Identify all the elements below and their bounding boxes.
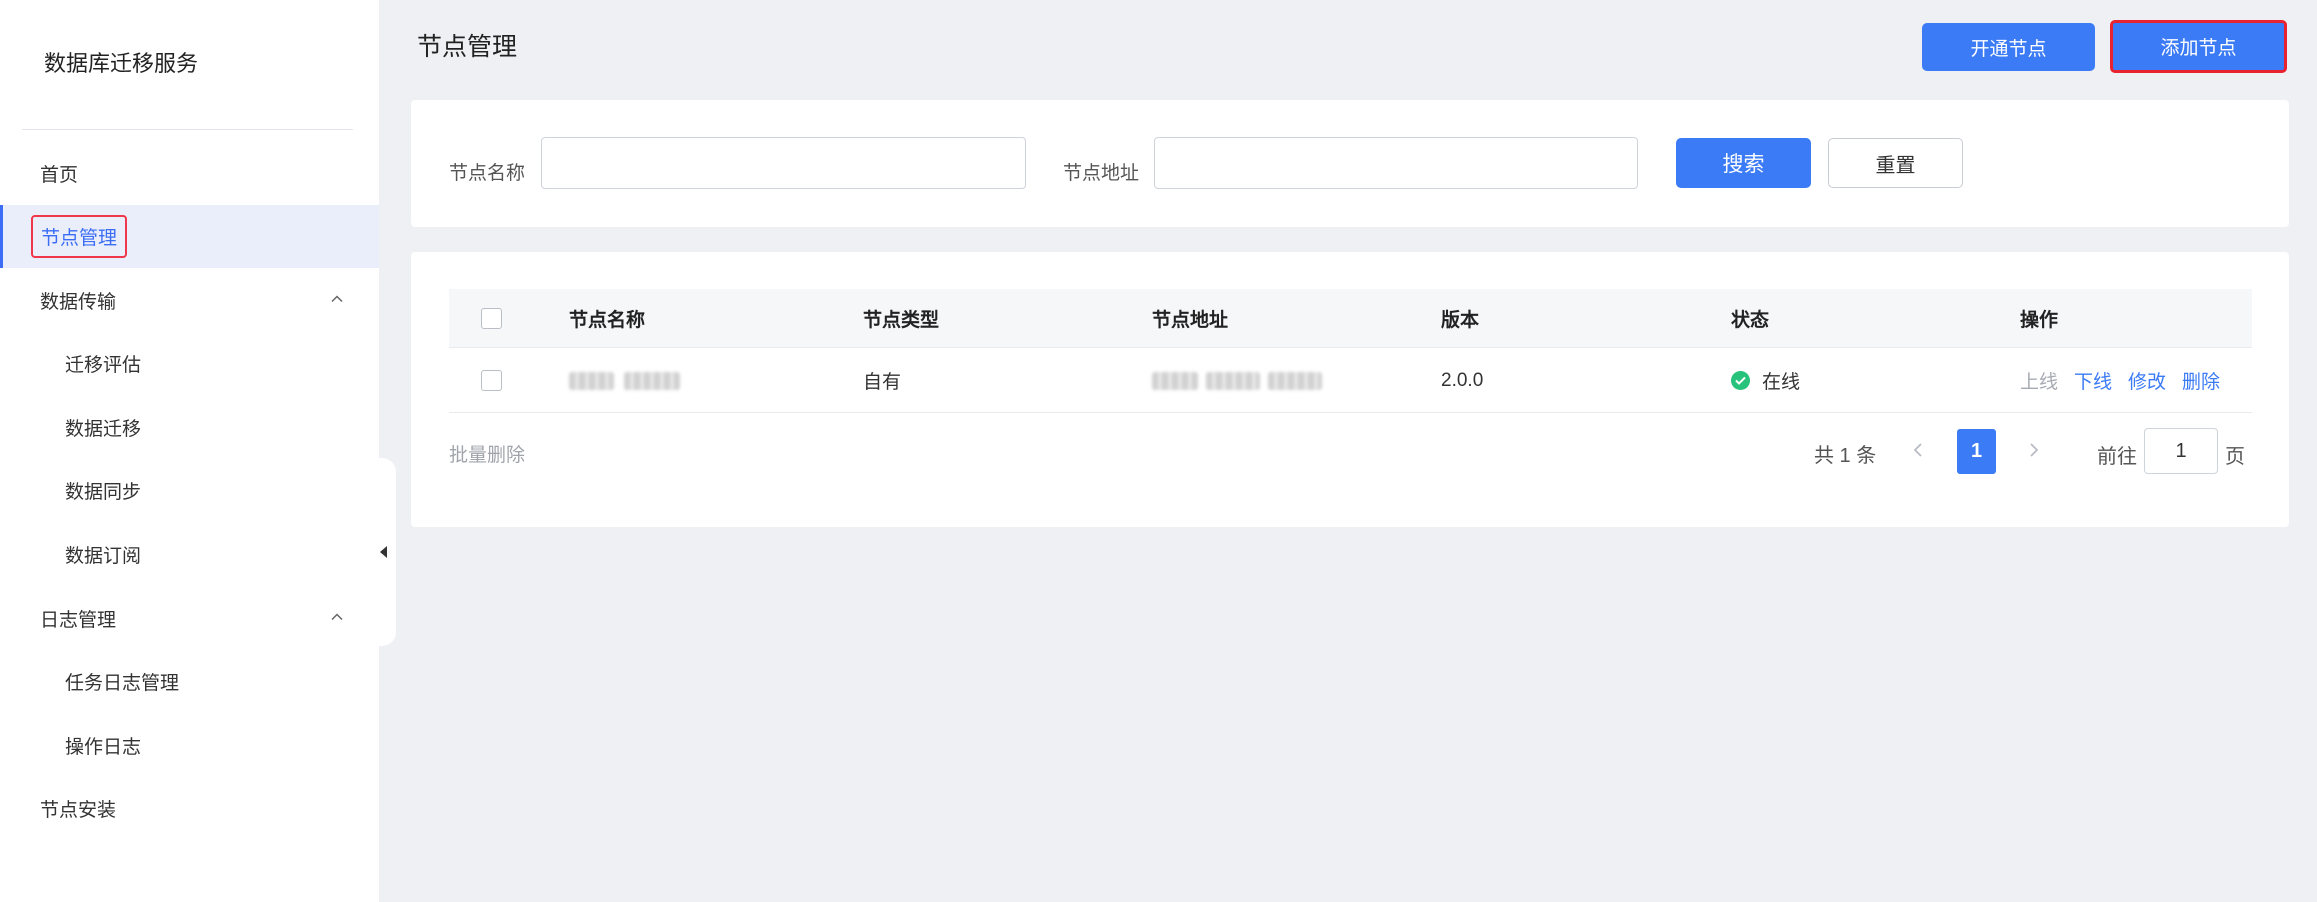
column-header-actions: 操作 xyxy=(2020,309,2059,331)
goto-page-input[interactable] xyxy=(2144,428,2218,474)
chevron-up-icon xyxy=(331,613,343,621)
chevron-right-icon xyxy=(2030,443,2039,457)
redacted-text xyxy=(1268,371,1322,390)
table-header: 节点名称 节点类型 节点地址 版本 状态 操作 xyxy=(449,289,2252,348)
bulk-delete-button[interactable]: 批量删除 xyxy=(449,440,525,467)
edit-action-link[interactable]: 修改 xyxy=(2128,367,2166,394)
node-name-label: 节点名称 xyxy=(449,162,526,184)
sidebar-item-data-sync[interactable]: 数据同步 xyxy=(0,459,379,522)
online-action-link[interactable]: 上线 xyxy=(2020,367,2058,394)
sidebar-item-log-management[interactable]: 日志管理 xyxy=(0,587,379,650)
sidebar-item-label: 任务日志管理 xyxy=(65,672,180,694)
sidebar-item-node-management[interactable]: 节点管理 xyxy=(0,205,379,268)
redacted-text xyxy=(624,371,680,390)
column-header-version[interactable]: 版本 xyxy=(1441,289,1479,347)
next-page-button[interactable] xyxy=(2024,437,2044,463)
sidebar-item-label: 节点安装 xyxy=(40,799,117,821)
table-row: 自有 2.0.0 在线 上线 下线 修改 删除 xyxy=(449,349,2252,413)
node-address-input[interactable] xyxy=(1154,137,1638,189)
sidebar-item-label: 数据迁移 xyxy=(65,418,142,440)
sidebar-item-task-logs[interactable]: 任务日志管理 xyxy=(0,650,379,713)
version-cell: 2.0.0 xyxy=(1441,369,1484,391)
app-title: 数据库迁移服务 xyxy=(44,52,199,77)
search-button[interactable]: 搜索 xyxy=(1676,138,1811,188)
sidebar: 数据库迁移服务 首页 节点管理 数据传输 迁移评估 数据迁移 数据同步 数据订阅… xyxy=(0,0,379,902)
sidebar-item-label: 数据传输 xyxy=(40,291,117,313)
select-all-checkbox[interactable] xyxy=(481,307,502,329)
reset-button[interactable]: 重置 xyxy=(1828,138,1963,188)
column-header-status[interactable]: 状态 xyxy=(1731,289,1769,347)
divider xyxy=(22,129,353,130)
sidebar-item-label: 节点管理 xyxy=(31,215,128,258)
chevron-left-icon xyxy=(1913,443,1922,457)
goto-suffix-label: 页 xyxy=(2225,444,2245,468)
open-node-button[interactable]: 开通节点 xyxy=(1922,23,2095,71)
check-circle-icon xyxy=(1731,371,1750,390)
node-address-cell xyxy=(1152,349,1322,412)
status-cell: 在线 xyxy=(1731,349,1800,412)
redacted-text xyxy=(1206,371,1260,390)
column-header-address[interactable]: 节点地址 xyxy=(1152,289,1228,347)
sidebar-item-data-migration[interactable]: 数据迁移 xyxy=(0,396,379,459)
sidebar-item-home[interactable]: 首页 xyxy=(0,142,379,205)
sidebar-collapse-button[interactable] xyxy=(370,458,396,646)
sidebar-item-data-subscription[interactable]: 数据订阅 xyxy=(0,523,379,586)
add-node-button[interactable]: 添加节点 xyxy=(2110,20,2287,73)
column-header-name[interactable]: 节点名称 xyxy=(569,289,645,347)
chevron-up-icon xyxy=(331,295,343,303)
sidebar-item-migration-assessment[interactable]: 迁移评估 xyxy=(0,332,379,395)
sidebar-item-label: 数据订阅 xyxy=(65,545,142,567)
sidebar-item-label: 操作日志 xyxy=(65,736,142,758)
row-checkbox[interactable] xyxy=(481,370,502,391)
redacted-text xyxy=(1152,371,1198,390)
header-checkbox-cell xyxy=(481,289,502,347)
prev-page-button[interactable] xyxy=(1908,437,1928,463)
node-type-cell: 自有 xyxy=(863,372,902,393)
offline-action-link[interactable]: 下线 xyxy=(2074,367,2112,394)
page-title: 节点管理 xyxy=(417,32,518,61)
redacted-text xyxy=(569,371,614,390)
node-name-input[interactable] xyxy=(541,137,1026,189)
sidebar-item-node-install[interactable]: 节点安装 xyxy=(0,777,379,840)
page-1-button[interactable]: 1 xyxy=(1957,429,1996,474)
delete-action-link[interactable]: 删除 xyxy=(2182,367,2220,394)
row-checkbox-cell xyxy=(481,349,502,412)
sidebar-item-label: 迁移评估 xyxy=(65,354,142,376)
actions-cell: 上线 下线 修改 删除 xyxy=(2020,349,2236,412)
sidebar-item-label: 数据同步 xyxy=(65,481,142,503)
total-count: 共 1 条 xyxy=(1814,445,1877,467)
sidebar-item-operation-logs[interactable]: 操作日志 xyxy=(0,714,379,777)
node-name-cell xyxy=(569,349,680,412)
sidebar-item-label: 首页 xyxy=(40,164,79,186)
column-header-type[interactable]: 节点类型 xyxy=(863,289,939,347)
goto-prefix-label: 前往 xyxy=(2097,444,2137,468)
caret-left-icon xyxy=(379,546,387,558)
status-text: 在线 xyxy=(1762,372,1801,393)
sidebar-item-data-transfer[interactable]: 数据传输 xyxy=(0,269,379,332)
sidebar-item-label: 日志管理 xyxy=(40,609,117,631)
node-address-label: 节点地址 xyxy=(1063,162,1140,184)
